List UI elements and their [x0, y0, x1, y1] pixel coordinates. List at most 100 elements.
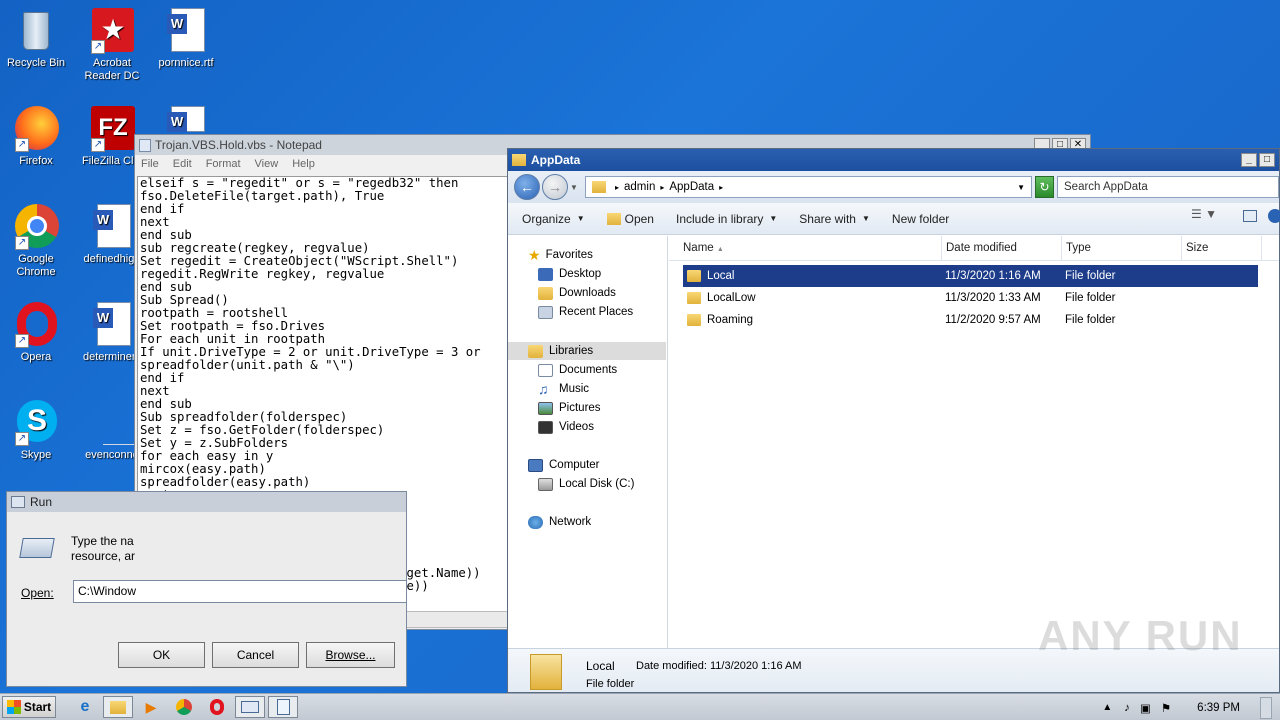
breadcrumb-appdata[interactable]: AppData — [669, 181, 714, 193]
menu-help[interactable]: Help — [292, 158, 315, 170]
forward-button[interactable]: → — [542, 174, 568, 200]
clock[interactable]: 6:39 PM — [1197, 702, 1240, 714]
file-row[interactable]: Roaming 11/2/2020 9:57 AM File folder — [683, 309, 1258, 331]
firefox-icon: ↗ — [13, 106, 59, 152]
action-center-icon[interactable]: ⚑ — [1161, 701, 1171, 715]
opera-icon: ↗ — [13, 302, 59, 348]
folder-icon — [687, 292, 701, 304]
include-in-library-button[interactable]: Include in library ▼ — [676, 212, 777, 226]
column-name[interactable]: Name ▲ — [669, 236, 942, 260]
explorer-toolbar: Organize ▼ Open Include in library ▼ Share… — [508, 203, 1280, 235]
show-hidden-icons-icon[interactable]: ▲ — [1102, 702, 1112, 713]
taskbar-run[interactable] — [235, 696, 265, 718]
breadcrumb-separator-icon[interactable]: ▸ — [660, 183, 664, 192]
nav-desktop[interactable]: Desktop — [538, 265, 601, 283]
ok-button[interactable]: OK — [118, 642, 205, 668]
desktop-icon-skype[interactable]: S ↗ Skype — [0, 400, 74, 462]
notepad-app-icon — [139, 138, 151, 152]
file-type: File folder — [1065, 314, 1116, 326]
show-desktop-button[interactable] — [1260, 696, 1272, 719]
run-dialog[interactable]: Run Type the na resource, ar Open: C:\Wi… — [6, 491, 407, 687]
nav-downloads[interactable]: Downloads — [538, 284, 616, 302]
menu-edit[interactable]: Edit — [173, 158, 192, 170]
word-document-icon: W — [89, 204, 135, 250]
nav-local-disk[interactable]: Local Disk (C:) — [538, 475, 634, 493]
address-box[interactable]: ▸ admin ▸ AppData ▸ ▼ — [585, 176, 1032, 198]
nav-network[interactable]: Network — [528, 513, 591, 531]
nav-recent-places[interactable]: Recent Places — [538, 303, 633, 321]
desktop-icon-chrome[interactable]: ↗ Google Chrome — [0, 204, 74, 279]
shortcut-arrow-icon: ↗ — [91, 138, 105, 152]
desktop-icon-firefox[interactable]: ↗ Firefox — [0, 106, 74, 168]
new-folder-button[interactable]: New folder — [892, 212, 949, 226]
desktop-icon-label: Opera — [20, 351, 52, 363]
breadcrumb-separator-icon[interactable]: ▸ — [719, 183, 723, 192]
column-size[interactable]: Size — [1182, 236, 1262, 260]
help-icon[interactable] — [1268, 209, 1280, 223]
desktop-icon-acrobat[interactable]: ★ ↗ Acrobat Reader DC — [74, 8, 150, 83]
file-row[interactable]: Local 11/3/2020 1:16 AM File folder — [683, 265, 1258, 287]
taskbar-media-player[interactable]: ▶ — [136, 696, 166, 718]
chevron-down-icon: ▼ — [861, 214, 870, 223]
menu-view[interactable]: View — [255, 158, 279, 170]
file-row[interactable]: LocalLow 11/3/2020 1:33 AM File folder — [683, 287, 1258, 309]
breadcrumb-separator-icon[interactable]: ▸ — [615, 183, 619, 192]
nav-pictures[interactable]: Pictures — [538, 399, 601, 417]
shortcut-arrow-icon: ↗ — [15, 138, 29, 152]
run-titlebar[interactable]: Run — [7, 492, 406, 512]
nav-label: Libraries — [549, 345, 594, 357]
menu-format[interactable]: Format — [206, 158, 241, 170]
nav-computer[interactable]: Computer — [528, 456, 600, 474]
folder-icon — [606, 212, 621, 225]
code-line: fso.DeleteFile(target.path), True — [140, 189, 385, 203]
run-app-icon — [11, 496, 25, 508]
nav-favorites[interactable]: ★ Favorites — [528, 246, 593, 264]
browse-button[interactable]: Browse... — [306, 642, 395, 668]
recent-pages-dropdown-icon[interactable]: ▼ — [570, 183, 578, 192]
search-input[interactable]: Search AppData — [1057, 176, 1279, 198]
run-description-line-2: resource, ar — [71, 549, 136, 563]
open-input[interactable]: C:\Window — [73, 580, 407, 603]
skype-icon: S ↗ — [13, 400, 59, 446]
volume-icon[interactable]: ♪ — [1124, 702, 1130, 714]
maximize-button[interactable]: □ — [1259, 153, 1275, 167]
start-button[interactable]: Start — [2, 696, 56, 718]
desktop-icon-label: Recycle Bin — [6, 57, 66, 69]
breadcrumb-admin[interactable]: admin — [624, 181, 655, 193]
desktop-icon-doc[interactable]: W — [148, 106, 224, 136]
back-button[interactable]: ← — [514, 174, 540, 200]
organize-button[interactable]: Organize ▼ — [522, 212, 585, 226]
desktop-icon-label: definedhigh — [83, 253, 141, 265]
taskbar-ie[interactable]: e — [70, 696, 100, 718]
desktop-icon-pornnice-rtf[interactable]: W pornnice.rtf — [148, 8, 224, 70]
desktop-icon-recycle-bin[interactable]: Recycle Bin — [0, 8, 74, 70]
column-date-modified[interactable]: Date modified — [942, 236, 1062, 260]
word-document-icon: W — [163, 106, 209, 132]
network-tray-icon[interactable]: ▣ — [1140, 701, 1151, 715]
preview-pane-icon[interactable] — [1243, 210, 1257, 222]
nav-videos[interactable]: Videos — [538, 418, 594, 436]
menu-file[interactable]: File — [141, 158, 159, 170]
downloads-icon — [538, 286, 553, 300]
minimize-button[interactable]: _ — [1241, 153, 1257, 167]
open-button[interactable]: Open — [606, 212, 654, 226]
address-dropdown-icon[interactable]: ▼ — [1017, 183, 1025, 192]
nav-documents[interactable]: Documents — [538, 361, 617, 379]
taskbar-notepad[interactable] — [268, 696, 298, 718]
desktop-icon-opera[interactable]: ↗ Opera — [0, 302, 74, 364]
explorer-titlebar[interactable]: AppData _ □ — [508, 149, 1279, 171]
nav-libraries[interactable]: Libraries — [528, 342, 593, 360]
cancel-button[interactable]: Cancel — [212, 642, 299, 668]
taskbar-opera[interactable] — [202, 696, 232, 718]
run-program-icon — [19, 538, 55, 558]
column-label: Size — [1186, 242, 1209, 254]
taskbar-explorer[interactable] — [103, 696, 133, 718]
view-options-icon[interactable]: ☰ ▼ — [1191, 207, 1217, 221]
nav-label: Pictures — [559, 402, 601, 414]
share-with-button[interactable]: Share with ▼ — [799, 212, 870, 226]
refresh-button[interactable]: ↻ — [1035, 176, 1054, 198]
column-type[interactable]: Type — [1062, 236, 1182, 260]
taskbar-chrome[interactable] — [169, 696, 199, 718]
details-type: File folder — [586, 678, 635, 690]
nav-music[interactable]: ♫ Music — [538, 380, 589, 398]
